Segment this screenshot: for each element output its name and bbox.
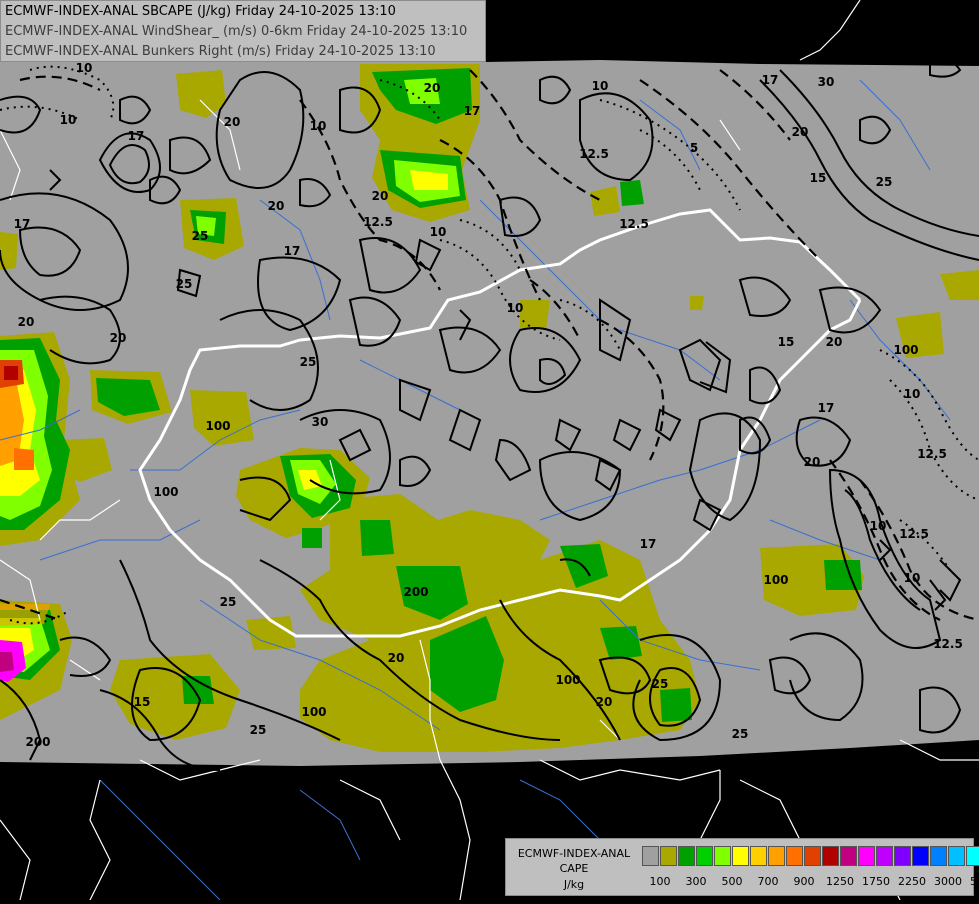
- legend-unit: J/kg: [563, 878, 585, 891]
- contour-label: 17: [464, 104, 481, 118]
- legend-swatch: [750, 846, 767, 866]
- legend-color-scale: [642, 846, 979, 866]
- legend-swatch: [840, 846, 857, 866]
- contour-label: 17: [128, 129, 145, 143]
- legend-swatch: [786, 846, 803, 866]
- title-bunkers: ECMWF-INDEX-ANAL Bunkers Right (m/s) Fri…: [5, 44, 436, 59]
- contour-label: 12.5: [933, 637, 963, 651]
- legend-variable: CAPE: [559, 862, 589, 875]
- contour-label: 15: [134, 695, 151, 709]
- contour-label: 17: [818, 401, 835, 415]
- legend-swatch: [876, 846, 893, 866]
- contour-label: 10: [430, 225, 447, 239]
- contour-label: 10: [904, 387, 921, 401]
- contour-label: 12.5: [899, 527, 929, 541]
- title-sbcape: ECMWF-INDEX-ANAL SBCAPE (J/kg) Friday 24…: [5, 4, 396, 19]
- legend-tick-label: 1750: [862, 875, 890, 888]
- contour-label: 100: [153, 485, 178, 499]
- contour-label: 10: [60, 113, 77, 127]
- contour-label: 10: [507, 301, 524, 315]
- legend-tick-label: 700: [757, 875, 779, 888]
- contour-label: 12.5: [579, 147, 609, 161]
- contour-label: 20: [224, 115, 241, 129]
- contour-label: 12.5: [917, 447, 947, 461]
- contour-label: 25: [652, 677, 669, 691]
- contour-label: 100: [763, 573, 788, 587]
- contour-label: 17: [284, 244, 301, 258]
- contour-label: 20: [372, 189, 389, 203]
- contour-label: 100: [555, 673, 580, 687]
- contour-label: 10: [592, 79, 609, 93]
- contour-label: 17: [640, 537, 657, 551]
- legend-swatch: [966, 846, 979, 866]
- contour-label: 10: [310, 119, 327, 133]
- map-canvas: 10 10 17 20 17 25 17 20 20 12.5 10 10 20 17 10 12.5 10 17…: [0, 0, 979, 901]
- legend-tick-label: 900: [793, 875, 815, 888]
- contour-label: 25: [732, 727, 749, 741]
- contour-label: 10: [870, 519, 887, 533]
- legend-swatch: [714, 846, 731, 866]
- contour-label: 12.5: [619, 217, 649, 231]
- contour-label: 20: [890, 745, 907, 759]
- legend-swatch: [732, 846, 749, 866]
- legend-swatch: [858, 846, 875, 866]
- cape-legend: ECMWF-INDEX-ANAL CAPE J/kg 100 300 500 700 9…: [505, 838, 979, 896]
- contour-label: 20: [110, 331, 127, 345]
- legend-tick-label: 500: [721, 875, 743, 888]
- legend-tick-label: 3000: [934, 875, 962, 888]
- contour-label: 30: [818, 75, 835, 89]
- legend-swatch: [822, 846, 839, 866]
- contour-label: 20: [18, 315, 35, 329]
- contour-label: 20: [826, 335, 843, 349]
- contour-label: 200: [25, 735, 50, 749]
- legend-swatch: [948, 846, 965, 866]
- legend-tick-label: 5000: [970, 875, 979, 888]
- map-title-box: ECMWF-INDEX-ANAL SBCAPE (J/kg) Friday 24…: [0, 0, 486, 62]
- legend-swatch: [930, 846, 947, 866]
- legend-tick-label: 1250: [826, 875, 854, 888]
- contour-label: 5: [690, 141, 698, 155]
- contour-label: 17: [14, 217, 31, 231]
- contour-label: 25: [300, 355, 317, 369]
- contour-label: 12.5: [363, 215, 393, 229]
- legend-swatch: [642, 846, 659, 866]
- contour-label: 30: [312, 415, 329, 429]
- contour-label: 25: [220, 595, 237, 609]
- weather-map: 10 10 17 20 17 25 17 20 20 12.5 10 10 20 17 10 12.5 10 17…: [0, 0, 979, 901]
- legend-tick-label: 2250: [898, 875, 926, 888]
- contour-label: 15: [778, 335, 795, 349]
- contour-label: 100: [893, 343, 918, 357]
- contour-label: 25: [192, 229, 209, 243]
- title-windshear: ECMWF-INDEX-ANAL WindShear_ (m/s) 0-6km …: [5, 24, 468, 39]
- contour-label: 25: [176, 277, 193, 291]
- contour-label: 17: [762, 73, 779, 87]
- legend-swatch: [912, 846, 929, 866]
- legend-tick-label: 100: [649, 875, 671, 888]
- legend-swatch: [696, 846, 713, 866]
- contour-label: 10: [904, 571, 921, 585]
- contour-label: 20: [596, 695, 613, 709]
- contour-label: 200: [403, 585, 428, 599]
- contour-label: 20: [388, 651, 405, 665]
- legend-tick-label: 300: [685, 875, 707, 888]
- contour-label: 20: [804, 455, 821, 469]
- contour-label: 100: [205, 419, 230, 433]
- legend-tick-labels: 100 300 500 700 900 1250 1750 2250 3000 5000: [642, 875, 979, 889]
- contour-label: 10: [76, 61, 93, 75]
- legend-swatch: [660, 846, 677, 866]
- contour-label: 100: [301, 705, 326, 719]
- contour-label: 20: [268, 199, 285, 213]
- contour-label: 15: [810, 171, 827, 185]
- legend-swatch: [678, 846, 695, 866]
- contour-label: 25: [250, 723, 267, 737]
- legend-swatch: [894, 846, 911, 866]
- legend-swatch: [804, 846, 821, 866]
- legend-source: ECMWF-INDEX-ANAL: [517, 847, 631, 860]
- contour-label: 25: [876, 175, 893, 189]
- contour-label: 20: [792, 125, 809, 139]
- contour-label: 20: [424, 81, 441, 95]
- legend-swatch: [768, 846, 785, 866]
